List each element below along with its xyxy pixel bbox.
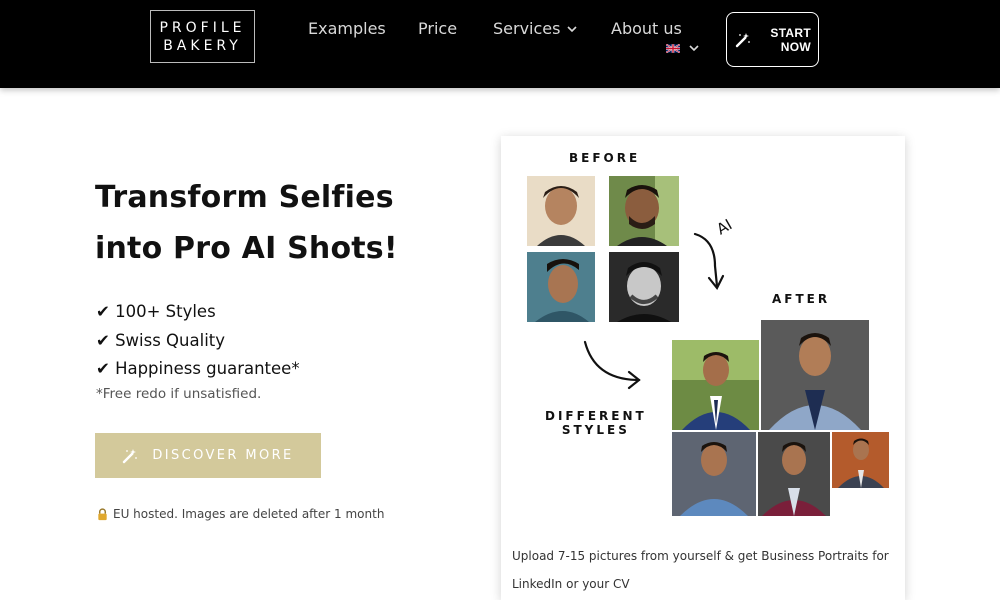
lock-icon: [98, 507, 107, 520]
start-now-label: START NOW: [770, 25, 811, 54]
after-portrait: [761, 320, 869, 430]
eu-hosted-note: EU hosted. Images are deleted after 1 mo…: [96, 507, 384, 521]
nav-services-label: Services: [493, 19, 561, 38]
free-redo-note: *Free redo if unsatisfied.: [96, 386, 262, 402]
nav-examples[interactable]: Examples: [308, 19, 386, 38]
top-nav-bar: PROFILE BAKERY Examples Price Services A…: [0, 0, 1000, 88]
profile-bakery-logo[interactable]: PROFILE BAKERY: [150, 10, 255, 63]
after-portrait: [672, 432, 756, 516]
nav-about-us[interactable]: About us: [611, 19, 682, 38]
discover-more-button[interactable]: DISCOVER MORE: [95, 433, 321, 478]
eu-hosted-text: EU hosted. Images are deleted after 1 mo…: [113, 507, 385, 521]
nav-price[interactable]: Price: [418, 19, 457, 38]
before-photo: [609, 252, 679, 322]
chevron-down-icon: [689, 45, 699, 52]
before-photo: [527, 176, 595, 246]
after-label: AFTER: [772, 292, 831, 306]
different-styles-label: DIFFERENT STYLES: [545, 409, 647, 437]
feature-item: ✔ Happiness guarantee*: [96, 359, 300, 378]
magic-wand-icon: [123, 448, 138, 463]
language-selector[interactable]: [666, 42, 700, 54]
before-photo: [609, 176, 679, 246]
feature-list: ✔ 100+ Styles ✔ Swiss Quality ✔ Happines…: [96, 298, 300, 384]
logo-line-1: PROFILE: [159, 19, 246, 36]
before-photo: [527, 252, 595, 322]
hero-headline: Transform Selfies into Pro AI Shots!: [95, 180, 398, 266]
chevron-down-icon: [567, 25, 578, 32]
showcase-caption: Upload 7-15 pictures from yourself & get…: [512, 549, 889, 591]
discover-more-label: DISCOVER MORE: [152, 448, 294, 463]
before-label: BEFORE: [569, 151, 641, 165]
after-portrait: [758, 432, 830, 516]
after-portrait: [672, 340, 759, 430]
feature-item: ✔ 100+ Styles: [96, 302, 216, 321]
uk-flag-icon: [666, 43, 680, 53]
nav-services[interactable]: Services: [493, 19, 578, 38]
logo-line-2: BAKERY: [163, 37, 242, 54]
magic-wand-icon: [735, 32, 750, 47]
start-now-button[interactable]: START NOW: [726, 12, 819, 67]
feature-item: ✔ Swiss Quality: [96, 330, 226, 350]
before-after-showcase: BEFORE AI AFTER DIFFERENT STYLES Upload …: [501, 136, 905, 600]
curved-arrow-icon: [583, 340, 641, 390]
after-portrait: [832, 432, 889, 488]
